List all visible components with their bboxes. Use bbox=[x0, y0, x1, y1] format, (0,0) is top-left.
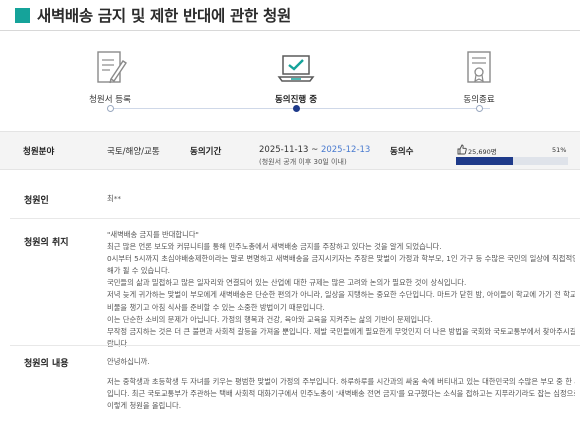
content-greeting: 안녕하십니까. bbox=[107, 357, 150, 366]
petitioner-label: 청원인 bbox=[24, 196, 49, 206]
field-value: 국토/해양/교통 bbox=[107, 147, 160, 157]
purpose-line: 무작정 금지하는 것은 더 큰 불편과 사회적 갈등을 가져올 뿐입니다. 제발… bbox=[107, 326, 575, 336]
title-marker bbox=[15, 8, 30, 23]
purpose-line: 최근 많은 언론 보도와 커뮤니티를 통해 민주노총에서 새벽배송 금지를 주장… bbox=[107, 242, 442, 252]
petition-info-row: 청원분야 국토/해양/교통 동의기간 2025-11-13 ~ 2025-12-… bbox=[0, 131, 580, 170]
period-start: 2025-11-13 bbox=[259, 145, 309, 155]
section-divider bbox=[10, 345, 580, 346]
agree-percent: 51% bbox=[552, 146, 567, 154]
step-connector-line bbox=[110, 108, 490, 109]
step-label-closed: 동의종료 bbox=[463, 95, 495, 105]
agree-progress-fill bbox=[456, 157, 514, 165]
agree-progress-bar bbox=[456, 157, 568, 165]
field-label: 청원분야 bbox=[23, 147, 55, 157]
step-registration: 청원서 등록 bbox=[50, 32, 170, 128]
purpose-line: 국민들의 삶과 밀접하고 많은 일자리와 연결되어 있는 산업에 대한 규제는 … bbox=[107, 278, 467, 288]
step-label-registration: 청원서 등록 bbox=[89, 95, 131, 105]
step-dot-in-progress bbox=[293, 105, 300, 112]
agree-count: 25,690명 bbox=[468, 148, 497, 156]
certificate-icon bbox=[467, 51, 491, 83]
step-dot-closed bbox=[476, 105, 483, 112]
purpose-line: 랍니다. bbox=[107, 338, 130, 348]
period-label: 동의기간 bbox=[190, 147, 222, 157]
purpose-line: 해가 될 수 있습니다. bbox=[107, 266, 170, 276]
content-line: 이렇게 청원을 올립니다. bbox=[107, 401, 182, 411]
purpose-label: 청원의 취지 bbox=[24, 238, 69, 248]
step-label-in-progress: 동의진행 중 bbox=[274, 95, 318, 105]
title-bar: 새벽배송 금지 및 제한 반대에 관한 청원 bbox=[0, 0, 580, 31]
step-closed: 동의종료 bbox=[419, 32, 539, 128]
content-line: 저는 중학생과 초등학생 두 자녀를 키우는 평범한 맞벌이 가정의 주부입니다… bbox=[107, 377, 575, 386]
page-title: 새벽배송 금지 및 제한 반대에 관한 청원 bbox=[37, 7, 291, 25]
purpose-line: 저녁 늦게 귀가하는 맞벌이 부모에게 새벽배송은 단순한 편의가 아니라, 일… bbox=[107, 290, 575, 300]
purpose-line: 이는 단순한 소비의 문제가 아닙니다. 가정의 행복과 건강, 육아와 교육을… bbox=[107, 314, 433, 324]
purpose-line: 비물을 챙기고 아침 식사를 준비할 수 있는 소중한 방법이기 때문입니다. bbox=[107, 302, 325, 312]
period-note: (청원서 공개 이후 30일 이내) bbox=[259, 158, 347, 166]
step-in-progress: 동의진행 중 bbox=[236, 32, 356, 128]
step-dot-registration bbox=[107, 105, 114, 112]
petitioner-value: 최** bbox=[107, 194, 122, 203]
agree-label: 동의수 bbox=[390, 147, 414, 157]
document-pen-icon bbox=[97, 51, 127, 84]
content-line: 입니다. 최근 국토교통부가 주관하는 택배 사회적 대화기구에서 민주노총이 … bbox=[107, 389, 575, 399]
thumbs-up-icon bbox=[457, 144, 467, 155]
laptop-check-icon bbox=[277, 55, 315, 82]
section-divider bbox=[10, 218, 580, 219]
purpose-text: "새벽배송 금지를 반대합니다" 최근 많은 언론 보도와 커뮤니티를 통해 민… bbox=[107, 229, 575, 350]
purpose-line: 0시부터 5시까지 초심야배송제한이라는 말로 변명하고 새벽배송을 금지시키자… bbox=[107, 254, 575, 264]
content-text: 저는 중학생과 초등학생 두 자녀를 키우는 평범한 맞벌이 가정의 주부입니다… bbox=[107, 376, 575, 412]
content-label: 청원의 내용 bbox=[24, 359, 69, 369]
period-end: 2025-12-13 bbox=[320, 145, 371, 155]
period-separator: ~ bbox=[308, 145, 321, 155]
progress-steps: 청원서 등록 동의진행 중 동의종료 bbox=[0, 32, 580, 128]
period-value: 2025-11-13 ~ 2025-12-13 bbox=[259, 145, 370, 155]
purpose-line: "새벽배송 금지를 반대합니다" bbox=[107, 230, 199, 239]
